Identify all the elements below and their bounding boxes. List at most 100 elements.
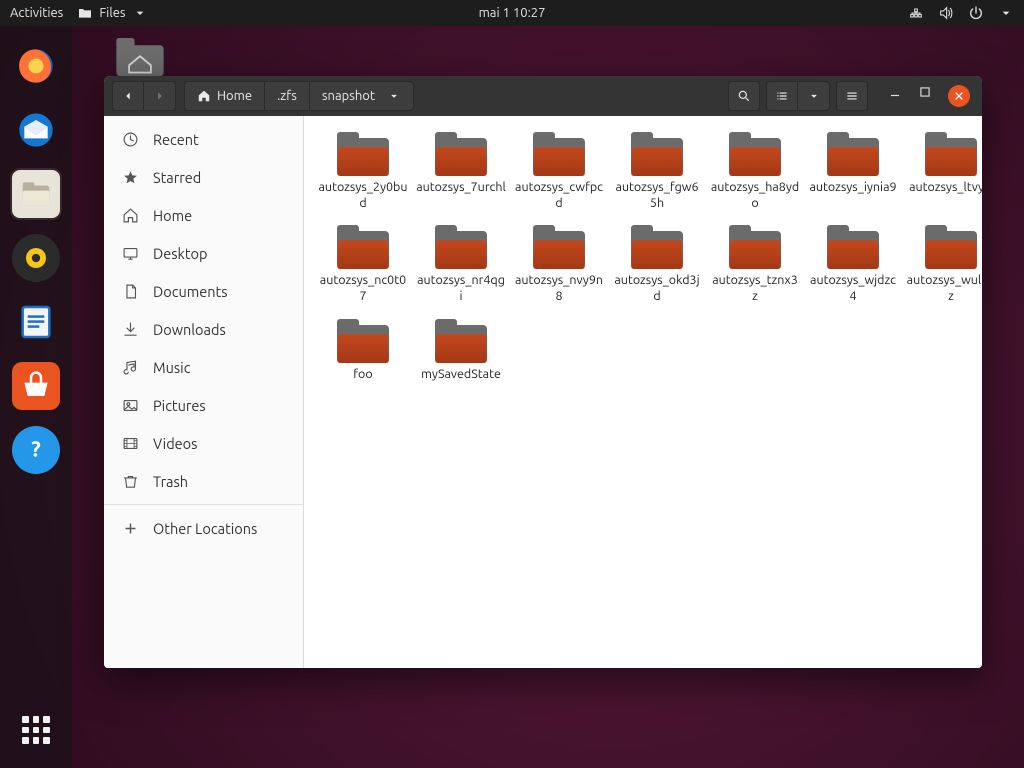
- sidebar-desktop[interactable]: Desktop: [104, 234, 303, 272]
- show-applications-button[interactable]: [10, 704, 62, 756]
- view-options-button[interactable]: [798, 81, 830, 111]
- ubuntu-dock: ?: [0, 26, 72, 768]
- folder-icon: [631, 132, 683, 176]
- folder-icon: [337, 319, 389, 363]
- dock-files[interactable]: [10, 168, 62, 220]
- sidebar-pictures[interactable]: Pictures: [104, 386, 303, 424]
- folder-icon: [77, 5, 93, 21]
- folder-view[interactable]: autozsys_2y0bud autozsys_7urchl autozsys_c…: [304, 116, 982, 668]
- clock[interactable]: mai 1 10:27: [479, 6, 546, 20]
- sidebar-trash[interactable]: Trash: [104, 462, 303, 500]
- sidebar-recent[interactable]: Recent: [104, 120, 303, 158]
- folder-icon: [729, 225, 781, 269]
- folder-icon: [631, 225, 683, 269]
- folder-item[interactable]: mySavedState: [414, 315, 508, 387]
- gnome-topbar: Activities Files mai 1 10:27: [0, 0, 1024, 26]
- folder-label: autozsys_tznx3z: [710, 273, 800, 304]
- folder-item[interactable]: autozsys_wul29z: [904, 221, 982, 308]
- folder-item[interactable]: autozsys_wjdzc4: [806, 221, 900, 308]
- folder-label: autozsys_2y0bud: [318, 180, 408, 211]
- path-zfs-label: .zfs: [277, 89, 297, 103]
- folder-label: autozsys_ltvyzi: [909, 180, 982, 196]
- activities-button[interactable]: Activities: [10, 6, 63, 20]
- folder-icon: [827, 132, 879, 176]
- dock-rhythmbox[interactable]: [10, 232, 62, 284]
- chevron-down-icon[interactable]: [998, 5, 1014, 21]
- folder-item[interactable]: autozsys_ltvyzi: [904, 128, 982, 215]
- sidebar-documents[interactable]: Documents: [104, 272, 303, 310]
- folder-item[interactable]: autozsys_iynia9: [806, 128, 900, 215]
- pathbar: Home .zfs snapshot: [184, 81, 414, 111]
- folder-icon: [435, 132, 487, 176]
- path-snapshot[interactable]: snapshot: [310, 81, 414, 111]
- folder-label: autozsys_iynia9: [809, 180, 896, 196]
- dock-help[interactable]: ?: [10, 424, 62, 476]
- hamburger-menu-button[interactable]: [836, 81, 868, 111]
- dock-firefox[interactable]: [10, 40, 62, 92]
- folder-icon: [435, 319, 487, 363]
- folder-item[interactable]: foo: [316, 315, 410, 387]
- network-icon[interactable]: [908, 5, 924, 21]
- path-home[interactable]: Home: [184, 81, 265, 111]
- app-menu-label: Files: [99, 6, 125, 20]
- path-home-label: Home: [217, 89, 252, 103]
- folder-label: mySavedState: [421, 367, 501, 383]
- sidebar-music[interactable]: Music: [104, 348, 303, 386]
- folder-label: autozsys_fgw65h: [612, 180, 702, 211]
- folder-icon: [435, 225, 487, 269]
- folder-icon: [925, 225, 977, 269]
- path-zfs[interactable]: .zfs: [265, 81, 310, 111]
- chevron-down-icon: [132, 5, 148, 21]
- folder-label: autozsys_ha8ydo: [710, 180, 800, 211]
- folder-item[interactable]: autozsys_2y0bud: [316, 128, 410, 215]
- svg-text:?: ?: [31, 438, 41, 462]
- folder-icon: [337, 225, 389, 269]
- app-menu[interactable]: Files: [77, 5, 147, 21]
- folder-item[interactable]: autozsys_fgw65h: [610, 128, 704, 215]
- folder-label: autozsys_nr4qgi: [416, 273, 506, 304]
- folder-item[interactable]: autozsys_nvy9n8: [512, 221, 606, 308]
- folder-item[interactable]: autozsys_7urchl: [414, 128, 508, 215]
- folder-label: autozsys_nc0t07: [318, 273, 408, 304]
- folder-label: foo: [353, 367, 372, 383]
- nav-back-button[interactable]: [112, 81, 144, 111]
- sidebar-starred[interactable]: Starred: [104, 158, 303, 196]
- window-close-button[interactable]: [948, 85, 970, 107]
- desktop-home-folder[interactable]: [110, 38, 170, 81]
- dock-thunderbird[interactable]: [10, 104, 62, 156]
- dock-ubuntu-software[interactable]: [10, 360, 62, 412]
- folder-item[interactable]: autozsys_ha8ydo: [708, 128, 802, 215]
- folder-icon: [827, 225, 879, 269]
- dock-libreoffice-writer[interactable]: [10, 296, 62, 348]
- folder-label: autozsys_okd3jd: [612, 273, 702, 304]
- folder-label: autozsys_wjdzc4: [808, 273, 898, 304]
- path-snapshot-label: snapshot: [322, 89, 375, 103]
- folder-icon: [337, 132, 389, 176]
- sidebar-home[interactable]: Home: [104, 196, 303, 234]
- view-list-button[interactable]: [766, 81, 798, 111]
- folder-icon: [729, 132, 781, 176]
- files-window: Home .zfs snapshot: [104, 76, 982, 668]
- folder-item[interactable]: autozsys_cwfpcd: [512, 128, 606, 215]
- folder-item[interactable]: autozsys_nr4qgi: [414, 221, 508, 308]
- sidebar-other-locations[interactable]: Other Locations: [104, 509, 303, 547]
- power-icon[interactable]: [968, 5, 984, 21]
- folder-item[interactable]: autozsys_tznx3z: [708, 221, 802, 308]
- window-minimize-button[interactable]: [888, 85, 902, 107]
- folder-label: autozsys_wul29z: [906, 273, 982, 304]
- sidebar-downloads[interactable]: Downloads: [104, 310, 303, 348]
- folder-label: autozsys_nvy9n8: [514, 273, 604, 304]
- folder-icon: [925, 132, 977, 176]
- sidebar-videos[interactable]: Videos: [104, 424, 303, 462]
- window-headerbar: Home .zfs snapshot: [104, 76, 982, 116]
- window-maximize-button[interactable]: [918, 85, 932, 107]
- folder-label: autozsys_7urchl: [416, 180, 506, 196]
- search-button[interactable]: [728, 81, 760, 111]
- folder-item[interactable]: autozsys_nc0t07: [316, 221, 410, 308]
- volume-icon[interactable]: [938, 5, 954, 21]
- folder-icon: [533, 132, 585, 176]
- folder-item[interactable]: autozsys_okd3jd: [610, 221, 704, 308]
- folder-icon: [533, 225, 585, 269]
- nav-forward-button[interactable]: [144, 81, 176, 111]
- places-sidebar: Recent Starred Home Desktop Documents Do…: [104, 116, 304, 668]
